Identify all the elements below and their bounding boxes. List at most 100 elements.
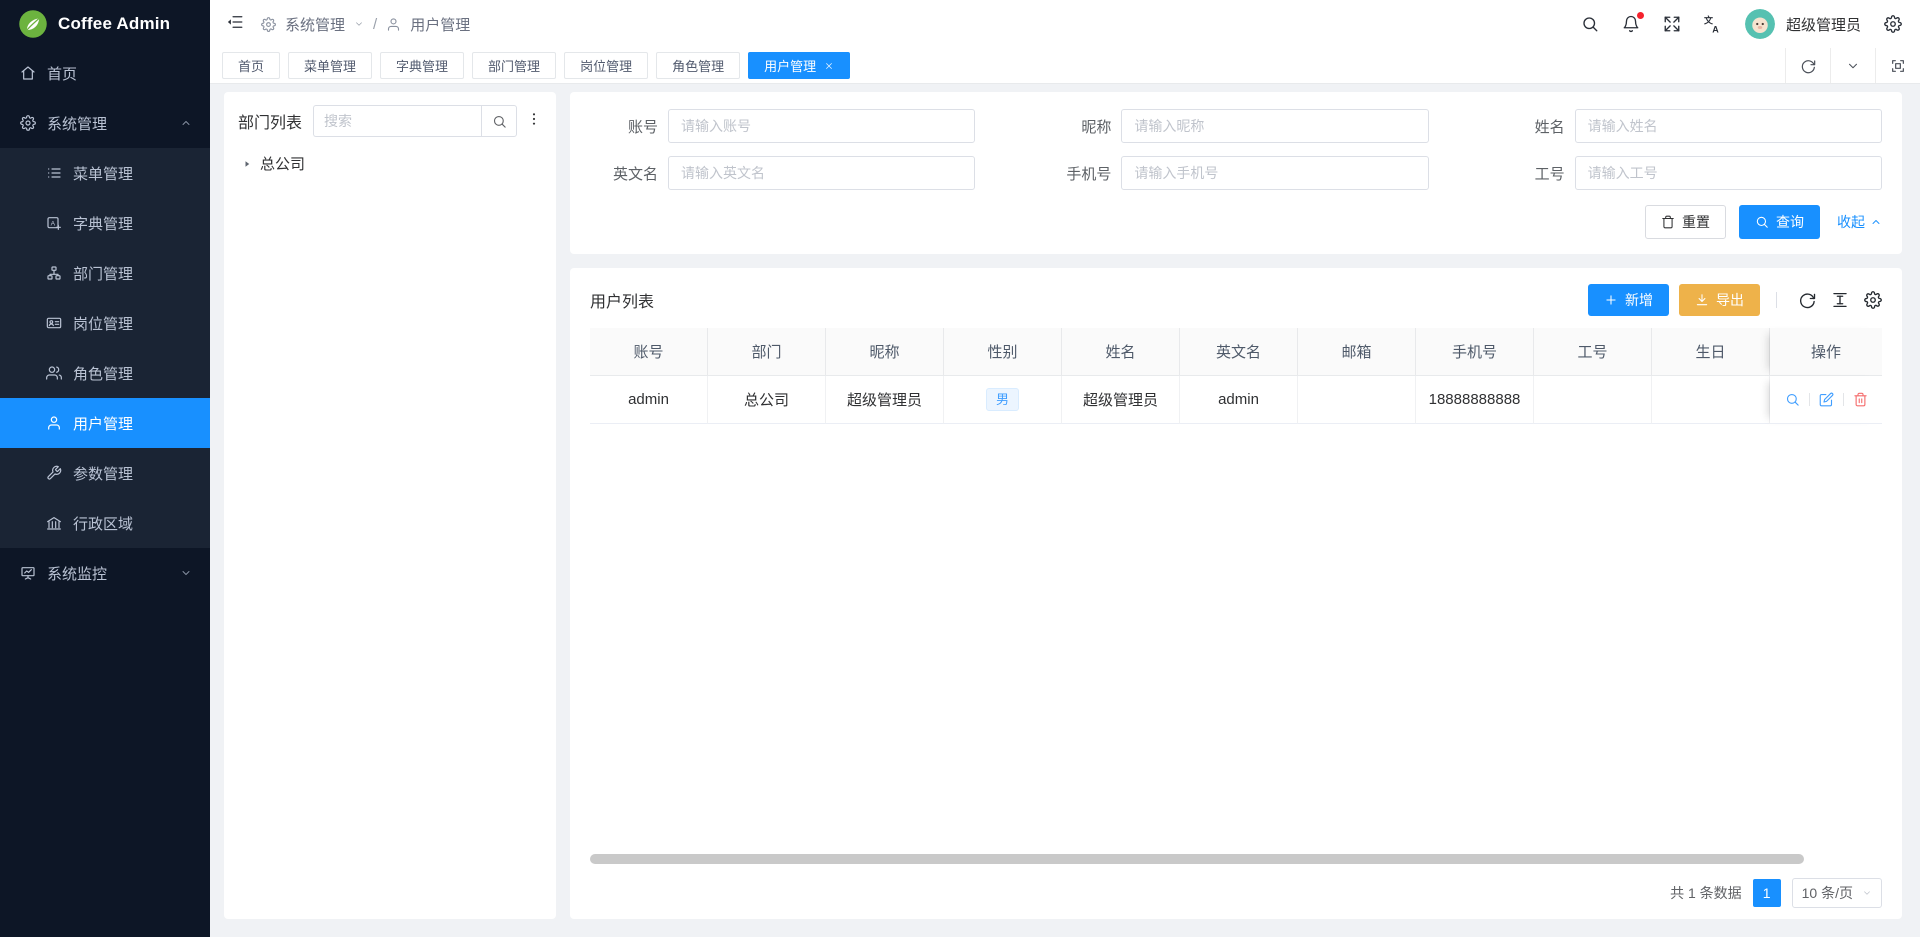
leaf-logo-icon [18, 9, 48, 39]
tab-refresh-button[interactable] [1785, 48, 1830, 83]
dept-search-button[interactable] [481, 105, 517, 137]
gear-icon [261, 17, 276, 32]
tab-label: 菜单管理 [304, 56, 356, 75]
cell-dept: 总公司 [708, 376, 826, 424]
collapse-filter-link[interactable]: 收起 [1837, 212, 1882, 232]
tab-post-mgmt[interactable]: 岗位管理 [564, 52, 648, 79]
column-header: 生日 [1652, 328, 1770, 376]
tab-home[interactable]: 首页 [222, 52, 280, 79]
monitor-icon [20, 565, 36, 581]
fullscreen-icon[interactable] [1663, 15, 1681, 33]
sidebar-item-system-monitor[interactable]: 系统监控 [0, 548, 210, 598]
dept-more-menu[interactable] [526, 111, 542, 132]
tab-close-icon[interactable] [824, 61, 834, 71]
column-header-actions: 操作 [1770, 328, 1882, 376]
caret-right-icon[interactable] [241, 158, 253, 170]
sidebar-item-dict-mgmt-label: 字典管理 [73, 213, 192, 234]
home-icon [20, 65, 36, 81]
tab-dept-mgmt[interactable]: 部门管理 [472, 52, 556, 79]
search-icon[interactable] [1581, 15, 1599, 33]
field-label: 工号 [1497, 163, 1565, 184]
cell-phone: 18888888888 [1416, 376, 1534, 424]
sidebar-item-home[interactable]: 首页 [0, 48, 210, 98]
column-header: 英文名 [1180, 328, 1298, 376]
chevron-up-icon [180, 117, 192, 129]
user-table: 账号 部门 昵称 性别 姓名 英文名 邮箱 手机号 工号 生日 操作 [590, 328, 1882, 913]
breadcrumb-level1[interactable]: 系统管理 [285, 14, 345, 35]
action-divider [1843, 393, 1844, 406]
column-header: 昵称 [826, 328, 944, 376]
export-button[interactable]: 导出 [1679, 284, 1760, 316]
tab-controls [1785, 48, 1920, 83]
tab-bar: 首页 菜单管理 字典管理 部门管理 岗位管理 角色管理 用户管理 [210, 48, 1920, 84]
job-no-input[interactable] [1575, 156, 1882, 190]
page-content: 部门列表 总公司 账号 [210, 84, 1920, 937]
tab-user-mgmt[interactable]: 用户管理 [748, 52, 850, 79]
cell-job-no [1534, 376, 1652, 424]
tab-maximize-button[interactable] [1875, 48, 1920, 83]
refresh-icon [1800, 58, 1816, 74]
search-button[interactable]: 查询 [1739, 205, 1820, 239]
sidebar-item-role-mgmt-label: 角色管理 [73, 363, 192, 384]
sidebar-item-menu-mgmt[interactable]: 菜单管理 [0, 148, 210, 198]
field-label: 昵称 [1043, 116, 1111, 137]
horizontal-scrollbar[interactable] [590, 854, 1804, 864]
sidebar-item-param-mgmt[interactable]: 参数管理 [0, 448, 210, 498]
edit-row-button[interactable] [1819, 392, 1834, 407]
sidebar-item-home-label: 首页 [47, 63, 192, 84]
tab-role-mgmt[interactable]: 角色管理 [656, 52, 740, 79]
page-size-select[interactable]: 10 条/页 [1792, 878, 1882, 908]
dept-panel-title: 部门列表 [238, 109, 302, 133]
brand-name: Coffee Admin [58, 14, 170, 34]
right-column: 账号 昵称 姓名 英文名 [570, 92, 1902, 919]
tab-dropdown-button[interactable] [1830, 48, 1875, 83]
name-input[interactable] [1575, 109, 1882, 143]
sidebar-item-dict-mgmt[interactable]: 字典管理 [0, 198, 210, 248]
filter-grid: 账号 昵称 姓名 英文名 [590, 109, 1882, 190]
row-height-icon [1831, 291, 1849, 309]
view-row-button[interactable] [1785, 392, 1800, 407]
phone-input[interactable] [1121, 156, 1428, 190]
search-icon [1755, 215, 1769, 229]
current-user-name[interactable]: 超级管理员 [1786, 14, 1861, 35]
avatar[interactable] [1745, 9, 1775, 39]
sidebar-item-post-mgmt[interactable]: 岗位管理 [0, 298, 210, 348]
account-input[interactable] [668, 109, 975, 143]
cell-actions [1770, 376, 1882, 424]
trash-icon [1853, 392, 1868, 407]
tab-menu-mgmt[interactable]: 菜单管理 [288, 52, 372, 79]
reset-button[interactable]: 重置 [1645, 205, 1726, 239]
nickname-input[interactable] [1121, 109, 1428, 143]
sidebar-item-user-mgmt[interactable]: 用户管理 [0, 398, 210, 448]
tree-node-company[interactable]: 总公司 [238, 153, 542, 174]
sidebar-item-system-mgmt[interactable]: 系统管理 [0, 98, 210, 148]
notification-bell[interactable] [1622, 15, 1640, 33]
sidebar-item-param-mgmt-label: 参数管理 [73, 463, 192, 484]
tab-dict-mgmt[interactable]: 字典管理 [380, 52, 464, 79]
chevron-up-icon [1870, 216, 1882, 228]
dept-search-input[interactable] [313, 105, 481, 137]
add-user-button[interactable]: 新增 [1588, 284, 1669, 316]
translate-icon[interactable] [1704, 15, 1722, 33]
sidebar-item-admin-region[interactable]: 行政区域 [0, 498, 210, 548]
sidebar-item-admin-region-label: 行政区域 [73, 513, 192, 534]
row-height-button[interactable] [1831, 291, 1849, 309]
sidebar-item-role-mgmt[interactable]: 角色管理 [0, 348, 210, 398]
field-nickname: 昵称 [1043, 109, 1428, 143]
settings-gear-icon[interactable] [1884, 15, 1902, 33]
maximize-icon [1890, 58, 1906, 74]
sidebar-item-dept-mgmt[interactable]: 部门管理 [0, 248, 210, 298]
table-refresh-button[interactable] [1798, 291, 1816, 309]
table-header-row: 账号 部门 昵称 性别 姓名 英文名 邮箱 手机号 工号 生日 操作 [590, 328, 1882, 376]
breadcrumb: 系统管理 / 用户管理 [226, 13, 470, 35]
table-settings-button[interactable] [1864, 291, 1882, 309]
sidebar-collapse-icon[interactable] [226, 13, 244, 35]
sidebar-item-system-mgmt-label: 系统管理 [47, 113, 169, 134]
sidebar: Coffee Admin 首页 系统管理 菜单管理 字典管理 [0, 0, 210, 937]
page-button-1[interactable]: 1 [1753, 879, 1781, 907]
en-name-input[interactable] [668, 156, 975, 190]
toolbar-divider [1776, 292, 1777, 308]
delete-row-button[interactable] [1853, 392, 1868, 407]
table-toolbar: 用户列表 新增 导出 [590, 278, 1882, 322]
edit-icon [1819, 392, 1834, 407]
